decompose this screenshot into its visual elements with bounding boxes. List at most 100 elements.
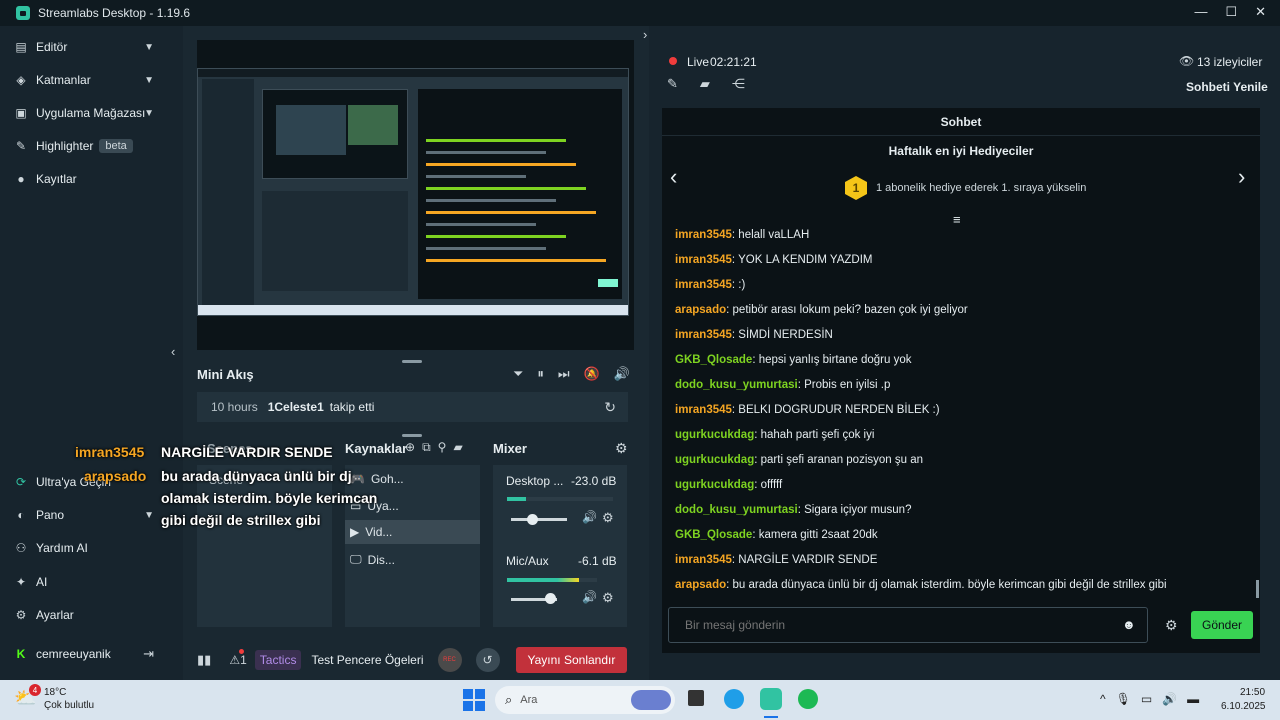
chevron-down-icon[interactable]: ▼ bbox=[144, 510, 154, 521]
maximize-button[interactable]: ☐ bbox=[1225, 4, 1237, 20]
pause-icon[interactable]: ⏸ bbox=[537, 366, 544, 382]
sidebar-item-label: Highlighter bbox=[36, 139, 94, 153]
sidebar-item-layers[interactable]: ◈ Katmanlar ▼ bbox=[0, 66, 168, 94]
chat-settings-icon[interactable]: ⚙ bbox=[1165, 617, 1178, 634]
chat-message: imran3545: SİMDİ NERDESİN bbox=[675, 329, 833, 341]
chevron-down-icon[interactable]: ▼ bbox=[144, 75, 154, 86]
gear-icon[interactable]: ⚙ bbox=[602, 590, 614, 606]
taskbar-search[interactable]: ⌕ Ara bbox=[495, 686, 675, 714]
chat-username[interactable]: GKB_Qlosade bbox=[675, 529, 752, 541]
speaker-icon[interactable]: 🔊 bbox=[582, 590, 597, 604]
resize-handle[interactable] bbox=[402, 360, 422, 363]
layers-icon: ◈ bbox=[16, 73, 26, 87]
stats-icon[interactable]: ▮▮ bbox=[197, 652, 211, 668]
group-icon[interactable]: ⚲ bbox=[438, 440, 447, 455]
sidebar-item-app-store[interactable]: ▣ Uygulama Mağazası ▼ bbox=[0, 99, 168, 127]
chat-username[interactable]: ugurkucukdag bbox=[675, 454, 754, 466]
test-widgets-button[interactable]: Test Pencere Ögeleri bbox=[311, 653, 423, 667]
volume-slider-knob[interactable] bbox=[545, 593, 556, 604]
speaker-icon[interactable]: 🔊 bbox=[582, 510, 597, 524]
chat-username[interactable]: imran3545 bbox=[675, 254, 732, 266]
feed-time: 10 hours bbox=[211, 400, 258, 414]
windows-start-icon[interactable] bbox=[463, 689, 485, 711]
add-source-icon[interactable]: ⊕ bbox=[405, 440, 415, 455]
chat-username[interactable]: dodo_kusu_yumurtasi bbox=[675, 504, 798, 516]
chevron-down-icon[interactable]: ▼ bbox=[144, 108, 154, 119]
chat-message: ugurkucukdag: hahah parti şefi çok iyi bbox=[675, 429, 874, 441]
sidebar-item-settings[interactable]: ⚙ Ayarlar bbox=[0, 601, 168, 629]
edge-icon[interactable] bbox=[724, 689, 744, 709]
collapse-chat-icon[interactable]: › bbox=[643, 27, 647, 42]
mixer-settings-icon[interactable]: ⚙ bbox=[615, 440, 628, 457]
sidebar-item-dashboard[interactable]: ◐ Pano ▼ bbox=[0, 501, 168, 529]
chat-username[interactable]: dodo_kusu_yumurtasi bbox=[675, 379, 798, 391]
chat-username[interactable]: imran3545 bbox=[675, 229, 732, 241]
gear-icon[interactable]: ⚙ bbox=[602, 510, 614, 526]
folder-icon[interactable]: ▰ bbox=[453, 440, 462, 455]
logout-icon[interactable]: ⇥ bbox=[143, 646, 154, 662]
chevron-down-icon[interactable]: ▼ bbox=[144, 42, 154, 53]
sidebar-item-recordings[interactable]: ● Kayıtlar bbox=[0, 165, 168, 193]
chat-username[interactable]: imran3545 bbox=[675, 279, 732, 291]
record-button[interactable]: REC bbox=[437, 648, 462, 672]
filter-icon[interactable]: ⏷ bbox=[513, 366, 523, 382]
tactics-button[interactable]: Tactics bbox=[254, 650, 302, 670]
sidebar-item-label: Ayarlar bbox=[36, 608, 74, 622]
chat-input[interactable] bbox=[668, 607, 1148, 643]
skip-icon[interactable]: ⏭ bbox=[558, 366, 570, 382]
chat-username[interactable]: imran3545 bbox=[675, 329, 732, 341]
volume-slider-knob[interactable] bbox=[527, 514, 538, 525]
mixer-source-name: Mic/Aux bbox=[506, 554, 549, 568]
top-gifters-title: Haftalık en iyi Hediyeciler bbox=[888, 144, 1034, 158]
sidebar-item-help-ai[interactable]: ⚇ Yardım AI bbox=[0, 534, 168, 562]
chat-text: : BELKI DOGRUDUR NERDEN BİLEK :) bbox=[731, 404, 940, 416]
end-stream-button[interactable]: Yayını Sonlandır bbox=[515, 647, 628, 673]
emoji-icon[interactable]: ☻ bbox=[1122, 617, 1136, 632]
sidebar-item-editor[interactable]: ▤ Editör ▼ bbox=[0, 33, 168, 61]
camera-icon[interactable]: ▰ bbox=[700, 76, 710, 92]
chat-text: : NARGİLE VARDIR SENDE bbox=[731, 554, 878, 566]
edit-stream-icon[interactable]: ✎ bbox=[667, 76, 678, 92]
share-icon[interactable]: ⋲ bbox=[732, 76, 745, 92]
streamlabs-taskbar-icon[interactable] bbox=[760, 688, 782, 710]
mute-notifications-icon[interactable]: 🔕 bbox=[584, 366, 600, 382]
chat-username[interactable]: ugurkucukdag bbox=[675, 479, 754, 491]
spotify-icon[interactable] bbox=[798, 689, 818, 709]
copy-icon[interactable]: ⧉ bbox=[422, 440, 431, 455]
minimize-button[interactable]: — bbox=[1194, 4, 1207, 20]
chat-username[interactable]: imran3545 bbox=[675, 554, 732, 566]
refresh-chat-button[interactable]: Sohbeti Yenile bbox=[1186, 80, 1268, 94]
mic-icon[interactable]: 🎙 bbox=[1116, 692, 1131, 706]
send-button[interactable]: Gönder bbox=[1191, 611, 1253, 639]
task-view-icon[interactable] bbox=[688, 690, 704, 706]
volume-icon[interactable]: 🔊 bbox=[614, 366, 630, 382]
battery-icon[interactable]: ▬ bbox=[1187, 692, 1199, 706]
alert-icon[interactable]: ⚠1 bbox=[229, 649, 247, 667]
sidebar-item-ai[interactable]: ✦ AI bbox=[0, 568, 168, 596]
beta-badge: beta bbox=[99, 139, 133, 153]
replay-icon[interactable]: ↻ bbox=[604, 399, 616, 416]
sidebar-item-highlighter[interactable]: ✎ Highlighter beta bbox=[0, 132, 168, 160]
tray-chevron-icon[interactable]: ^ bbox=[1100, 692, 1106, 706]
next-arrow-icon[interactable]: › bbox=[1238, 164, 1245, 190]
expand-sidebar-icon[interactable]: ‹ bbox=[171, 344, 175, 359]
chat-scrollbar[interactable] bbox=[1256, 580, 1259, 598]
chat-username[interactable]: GKB_Qlosade bbox=[675, 354, 752, 366]
chat-username[interactable]: arapsado bbox=[675, 304, 726, 316]
volume-tray-icon[interactable]: 🔊 bbox=[1162, 692, 1177, 706]
prev-arrow-icon[interactable]: ‹ bbox=[670, 164, 677, 190]
volume-slider[interactable] bbox=[511, 518, 567, 521]
chat-text: : SİMDİ NERDESİN bbox=[731, 329, 833, 341]
resize-handle[interactable] bbox=[402, 434, 422, 437]
user-account[interactable]: K cemreeuyanik ⇥ bbox=[0, 640, 168, 668]
collapse-icon[interactable]: ≡ bbox=[953, 212, 961, 227]
replay-buffer-icon[interactable]: ↺ bbox=[475, 648, 500, 672]
mini-feed-title: Mini Akış bbox=[197, 367, 254, 382]
chat-username[interactable]: ugurkucukdag bbox=[675, 429, 754, 441]
sidebar-item-label: Pano bbox=[36, 508, 65, 522]
network-icon[interactable]: ▭ bbox=[1141, 692, 1152, 706]
chat-username[interactable]: imran3545 bbox=[675, 404, 732, 416]
close-button[interactable]: ✕ bbox=[1255, 4, 1266, 20]
chat-username[interactable]: arapsado bbox=[675, 579, 726, 591]
source-item[interactable]: 🖵 Dis... bbox=[350, 552, 395, 567]
